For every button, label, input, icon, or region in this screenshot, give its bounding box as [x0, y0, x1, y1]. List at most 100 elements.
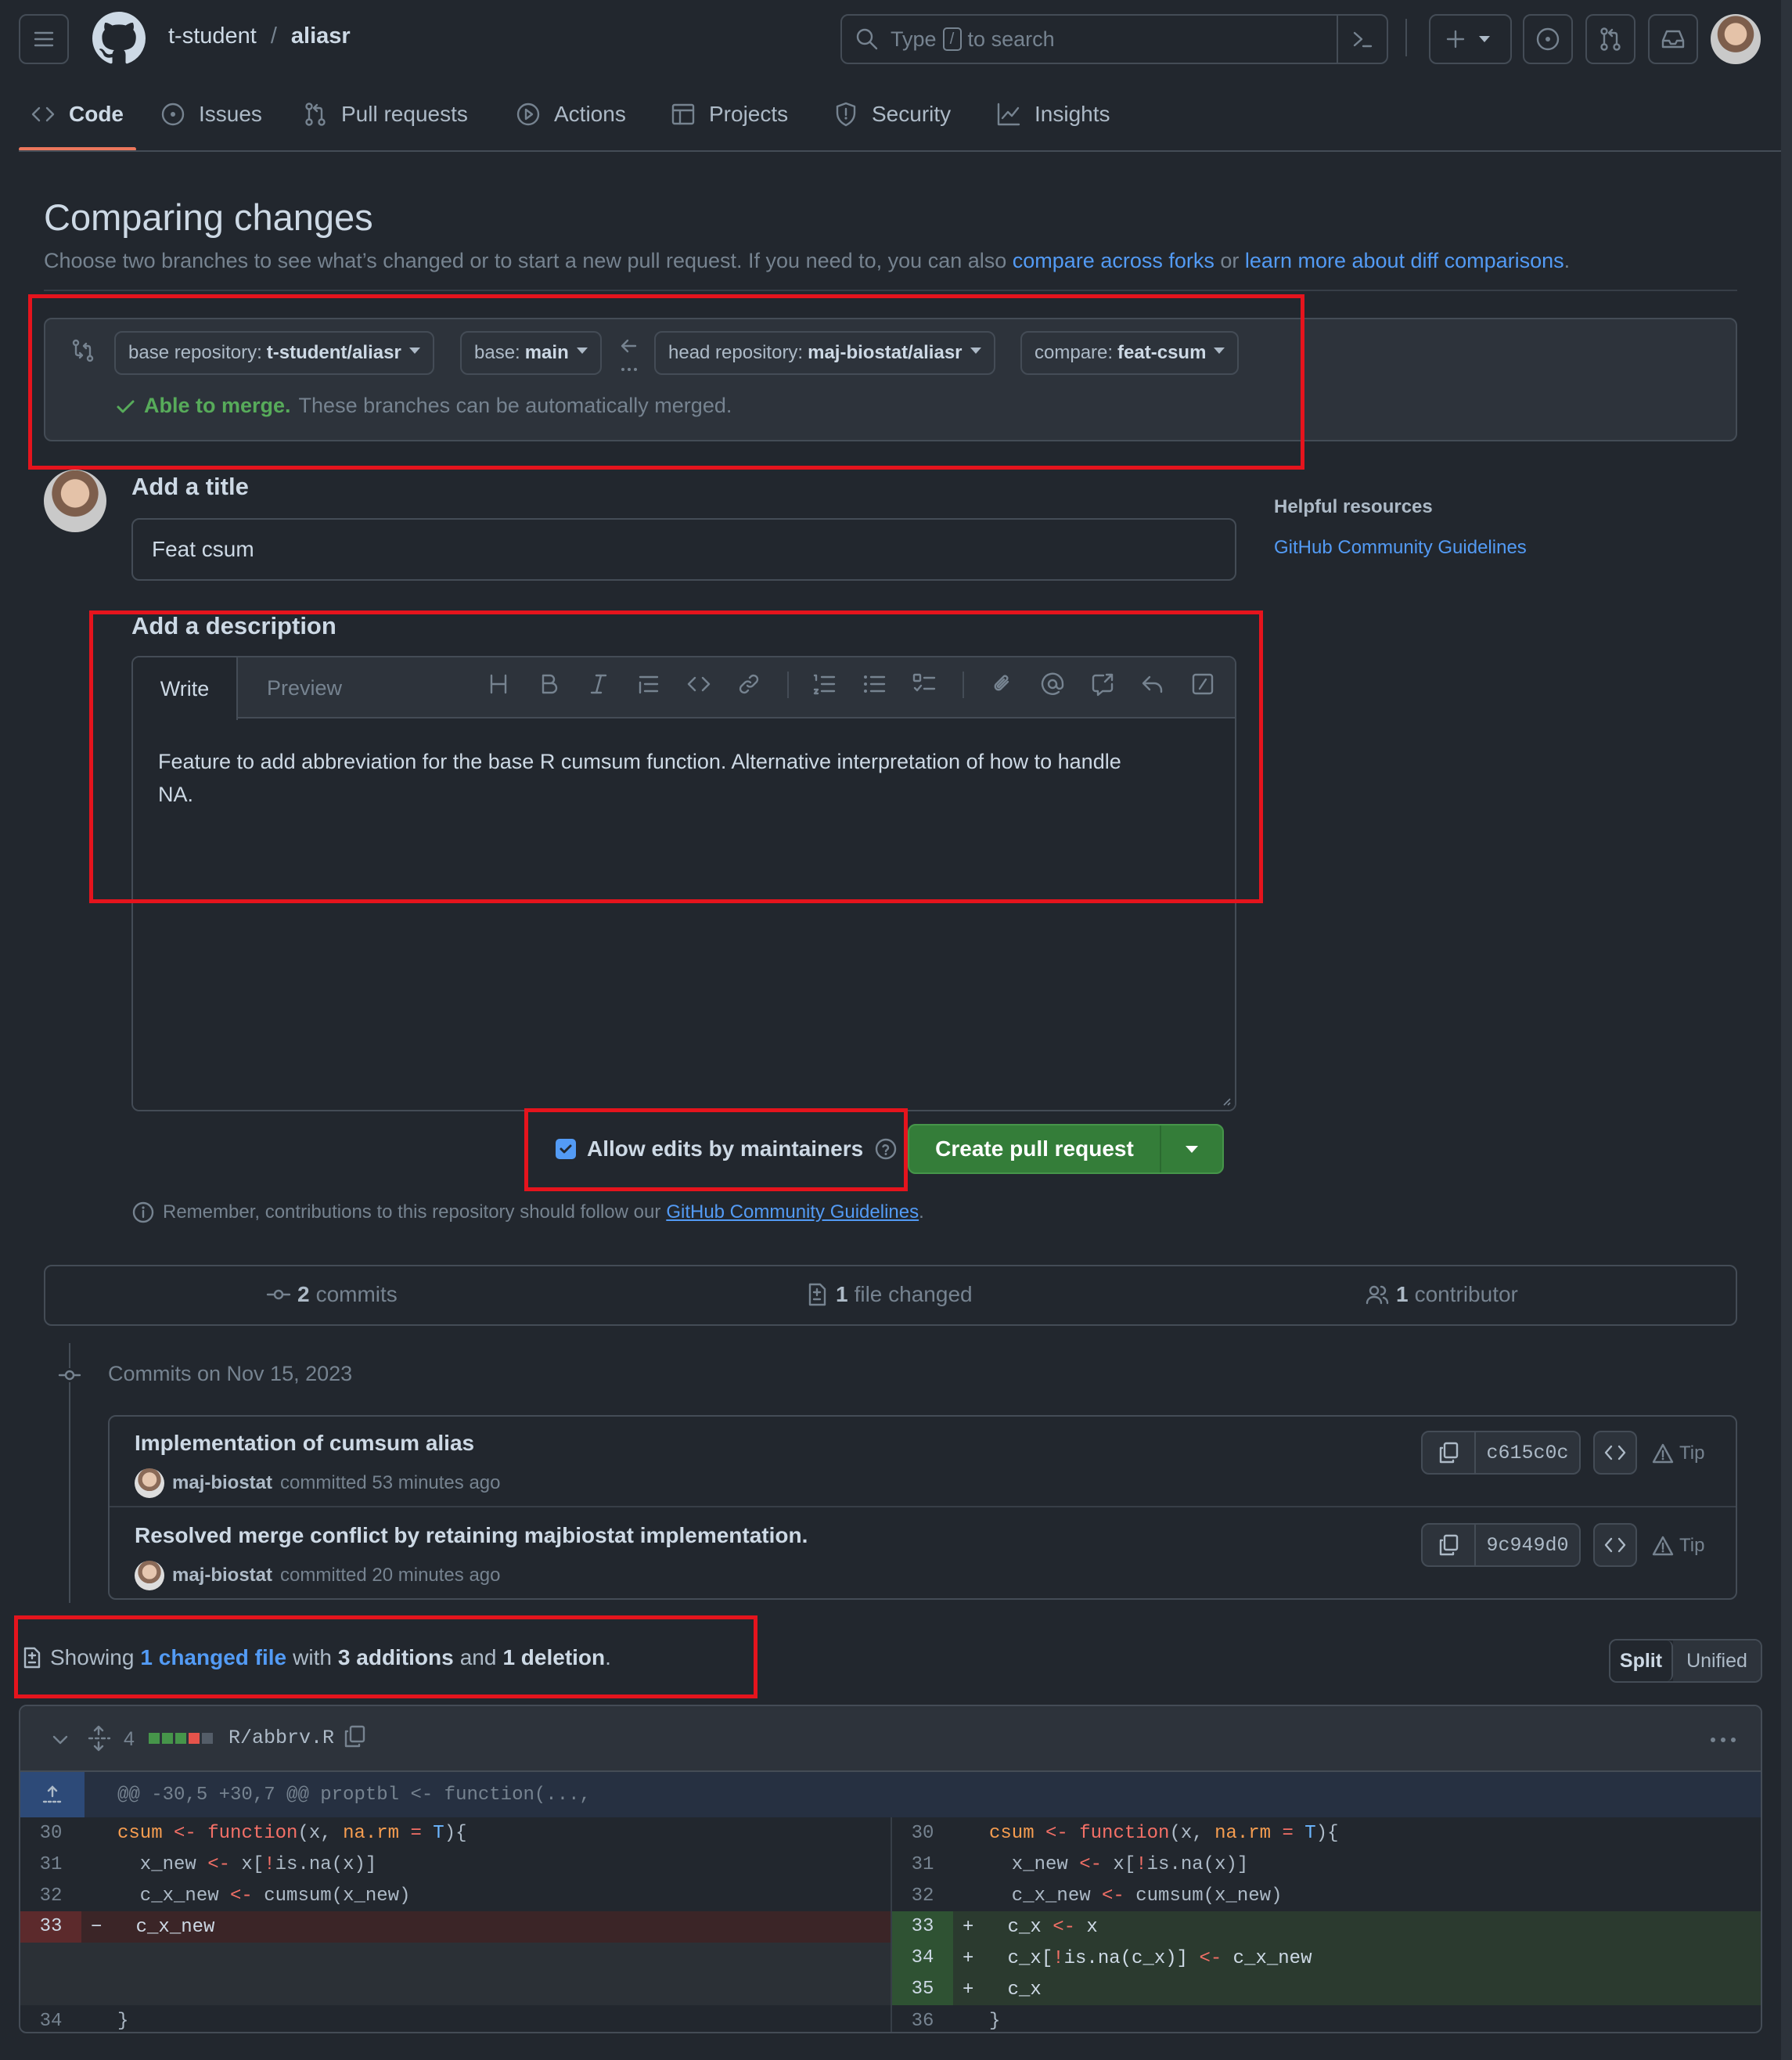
contributors-number: 1 — [1396, 1282, 1409, 1306]
bold-icon[interactable] — [535, 671, 562, 697]
line-number[interactable]: 33 — [20, 1911, 81, 1943]
chevron-down-icon[interactable] — [49, 1728, 72, 1752]
github-logo[interactable] — [92, 12, 146, 65]
tab-code[interactable]: Code — [30, 98, 124, 131]
tab-projects[interactable]: Projects — [670, 98, 788, 131]
triangle-down-icon — [1186, 1145, 1198, 1153]
title-label: Add a title — [131, 473, 249, 500]
line-number[interactable]: 31 — [892, 1854, 953, 1875]
search-input[interactable]: Type / to search — [840, 14, 1388, 64]
create-pull-request-button[interactable]: Create pull request — [909, 1125, 1160, 1172]
files-changed-count[interactable]: 1 file changed — [804, 1282, 973, 1307]
line-number[interactable]: 33 — [892, 1911, 953, 1943]
issue-opened-icon — [1536, 27, 1560, 51]
commit-author[interactable]: maj-biostat — [172, 1472, 272, 1494]
commit-title[interactable]: Implementation of cumsum alias — [135, 1431, 474, 1456]
commit-tip[interactable]: Tip — [1651, 1442, 1704, 1465]
diff-line-left: 31 x_new <- x[!is.na(x)] — [20, 1849, 891, 1880]
reply-icon[interactable] — [1139, 671, 1166, 697]
ordered-list-icon[interactable] — [811, 671, 837, 697]
tab-write[interactable]: Write — [133, 657, 238, 720]
commit-author-avatar[interactable] — [135, 1468, 164, 1498]
commit-sha[interactable]: 9c949d0 — [1476, 1534, 1579, 1557]
resize-grip-icon[interactable] — [1219, 1094, 1232, 1107]
issue-icon — [161, 103, 185, 126]
changed-files-link[interactable]: 1 changed file — [140, 1645, 286, 1670]
tab-issues[interactable]: Issues — [160, 98, 262, 131]
line-number[interactable]: 34 — [20, 2011, 81, 2032]
unfold-icon[interactable] — [86, 1725, 111, 1752]
page-scrollbar[interactable] — [1781, 0, 1792, 2060]
pull-requests-button[interactable] — [1585, 14, 1635, 64]
line-number[interactable]: 36 — [892, 2011, 953, 2032]
additions-count: 3 additions — [337, 1645, 454, 1669]
commits-count[interactable]: 2 commits — [266, 1282, 398, 1307]
browse-repo-button[interactable] — [1593, 1523, 1637, 1567]
question-icon[interactable] — [874, 1137, 898, 1161]
search-placeholder-post: to search — [967, 27, 1055, 51]
menu-button[interactable] — [19, 14, 69, 64]
line-number[interactable]: 31 — [20, 1854, 81, 1875]
tab-actions[interactable]: Actions — [515, 98, 626, 131]
code-icon — [1604, 1537, 1626, 1553]
community-guidelines-link[interactable]: GitHub Community Guidelines — [666, 1201, 919, 1223]
italic-icon[interactable] — [585, 671, 612, 697]
tab-preview[interactable]: Preview — [238, 657, 371, 718]
kebab-horizontal-icon[interactable] — [1707, 1728, 1739, 1752]
breadcrumb-owner[interactable]: t-student — [168, 23, 257, 49]
checkbox-box[interactable] — [556, 1139, 576, 1159]
head-repository-select[interactable]: head repository: maj-biostat/aliasr — [654, 331, 995, 375]
commit-title[interactable]: Resolved merge conflict by retaining maj… — [135, 1523, 808, 1548]
split-view-button[interactable]: Split — [1610, 1640, 1673, 1681]
line-number[interactable]: 35 — [892, 1974, 953, 2005]
commit-tip[interactable]: Tip — [1651, 1534, 1704, 1558]
paperclip-icon[interactable] — [989, 671, 1016, 697]
mention-icon[interactable] — [1039, 671, 1066, 697]
expand-up-button[interactable] — [20, 1772, 85, 1817]
tab-insights[interactable]: Insights — [995, 98, 1110, 131]
link-icon[interactable] — [736, 671, 762, 697]
issues-button[interactable] — [1523, 14, 1573, 64]
unified-view-button[interactable]: Unified — [1673, 1640, 1761, 1681]
tasklist-icon[interactable] — [911, 671, 937, 697]
create-options-dropdown[interactable] — [1161, 1125, 1222, 1172]
line-number[interactable]: 30 — [20, 1823, 81, 1844]
line-number[interactable]: 30 — [892, 1823, 953, 1844]
quote-icon[interactable] — [635, 671, 662, 697]
browse-repo-button[interactable] — [1593, 1431, 1637, 1475]
base-branch-select[interactable]: base: main — [460, 331, 602, 375]
heading-icon[interactable] — [485, 671, 512, 697]
create-new-button[interactable] — [1429, 14, 1512, 64]
diff-filename[interactable]: R/abbrv.R — [228, 1727, 334, 1749]
user-avatar[interactable] — [1711, 14, 1761, 64]
copy-icon[interactable] — [341, 1723, 368, 1750]
slash-command-icon[interactable] — [1189, 671, 1216, 697]
sidebar-guidelines-link[interactable]: GitHub Community Guidelines — [1274, 537, 1527, 559]
copy-sha-button[interactable] — [1423, 1432, 1476, 1473]
tab-security[interactable]: Security — [833, 98, 951, 131]
commit-author[interactable]: maj-biostat — [172, 1565, 272, 1586]
line-number[interactable]: 32 — [892, 1885, 953, 1907]
contribution-note-end: . — [919, 1201, 924, 1223]
line-number[interactable]: 34 — [892, 1943, 953, 1974]
breadcrumb-repo[interactable]: aliasr — [291, 23, 351, 49]
allow-edits-checkbox[interactable]: Allow edits by maintainers — [556, 1136, 898, 1161]
copy-sha-button[interactable] — [1423, 1525, 1476, 1565]
inbox-button[interactable] — [1648, 14, 1698, 64]
commit-author-avatar[interactable] — [135, 1561, 164, 1590]
command-palette-button[interactable] — [1337, 16, 1387, 63]
compare-forks-link[interactable]: compare across forks — [1013, 249, 1214, 272]
cross-reference-icon[interactable] — [1089, 671, 1116, 697]
git-commit-icon — [58, 1368, 81, 1382]
unordered-list-icon[interactable] — [861, 671, 887, 697]
learn-more-link[interactable]: learn more about diff comparisons — [1245, 249, 1564, 272]
commit-sha[interactable]: c615c0c — [1476, 1442, 1579, 1464]
code-icon[interactable] — [685, 671, 712, 697]
line-number[interactable]: 32 — [20, 1885, 81, 1907]
title-input[interactable]: Feat csum — [131, 518, 1236, 581]
compare-branch-select[interactable]: compare: feat-csum — [1020, 331, 1240, 375]
base-repository-select[interactable]: base repository: t-student/aliasr — [114, 331, 434, 375]
contributors-count[interactable]: 1 contributor — [1365, 1282, 1518, 1307]
tab-pull-requests[interactable]: Pull requests — [302, 98, 468, 131]
git-commit-icon — [266, 1289, 291, 1300]
